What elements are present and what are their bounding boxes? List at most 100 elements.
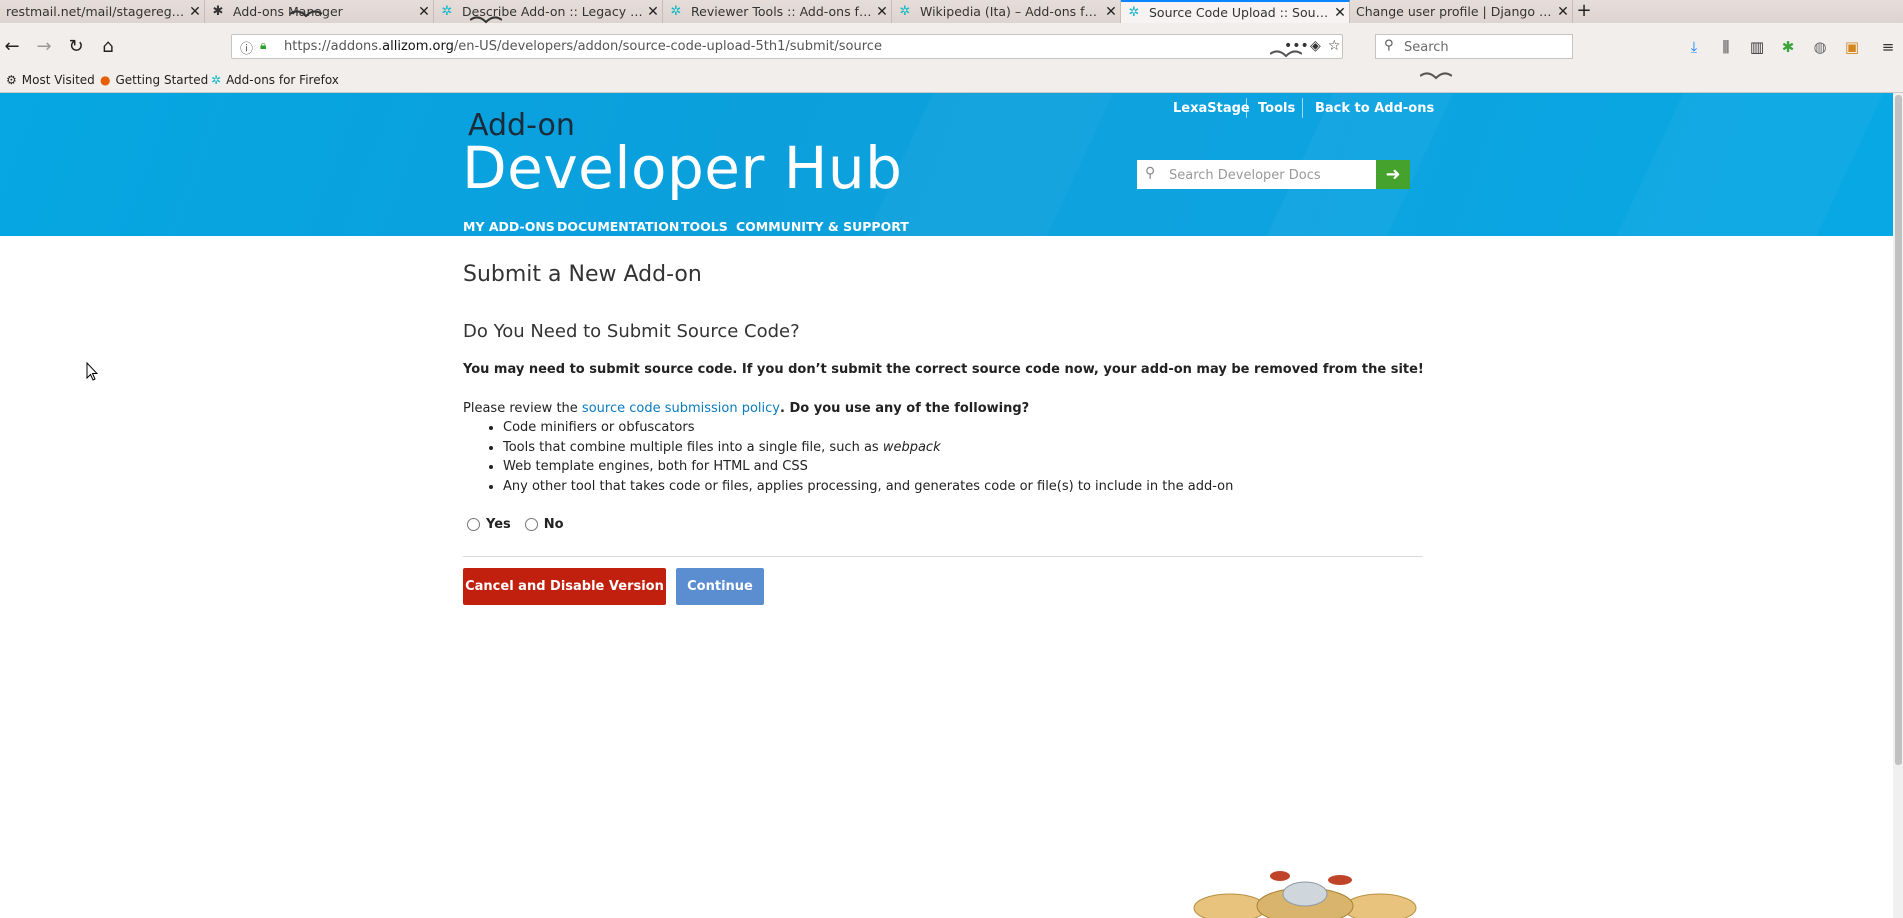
url-domain: allizom.org: [382, 39, 454, 54]
policy-link[interactable]: source code submission policy: [582, 401, 780, 416]
bookmark-most-visited[interactable]: ⚙ Most Visited: [6, 73, 95, 87]
tab-title: Add-ons Manager: [233, 4, 343, 19]
sidebar-icon[interactable]: ▥: [1747, 38, 1767, 56]
amo-icon: ✲: [670, 3, 682, 19]
list-item: Code minifiers or obfuscators: [503, 418, 1233, 438]
close-icon[interactable]: ✕: [873, 4, 891, 20]
close-icon[interactable]: ✕: [415, 4, 433, 20]
nav-my-addons[interactable]: MY ADD-ONS: [463, 219, 555, 234]
tab-title: Change user profile | Django site ad...: [1356, 4, 1554, 19]
tab-title: Source Code Upload :: Source ...: [1149, 5, 1331, 20]
close-icon[interactable]: ✕: [1331, 5, 1349, 21]
tools-list: Code minifiers or obfuscators Tools that…: [483, 418, 1233, 496]
extension-puzzle-icon[interactable]: ✱: [1778, 38, 1798, 56]
nav-community-support[interactable]: COMMUNITY & SUPPORT: [736, 219, 909, 234]
source-code-warning: You may need to submit source code. If y…: [463, 362, 1424, 377]
bookmark-label: Most Visited: [21, 73, 95, 87]
link-user-lexastage[interactable]: LexaStage: [1173, 101, 1250, 116]
nav-tools[interactable]: TOOLS: [681, 219, 728, 234]
link-back-to-addons[interactable]: Back to Add-ons: [1315, 101, 1434, 116]
hero-stripe: [866, 93, 1114, 236]
hero-stripe: [1616, 93, 1884, 236]
url-text[interactable]: https://addons.allizom.org/en-US/develop…: [284, 39, 882, 54]
search-placeholder: Search: [1404, 40, 1449, 55]
new-tab-button[interactable]: +: [1573, 0, 1595, 23]
tab-wikipedia[interactable]: ✲ Wikipedia (Ita) – Add-ons for Fi... ✕: [892, 0, 1121, 23]
list-item: Web template engines, both for HTML and …: [503, 457, 1233, 477]
continue-button[interactable]: Continue: [676, 568, 764, 605]
bookmark-addons-for-firefox[interactable]: ✲ Add-ons for Firefox: [211, 73, 339, 87]
forward-button[interactable]: →: [32, 35, 56, 59]
ufo-illustration: [1193, 871, 1417, 918]
docs-search-input[interactable]: [1167, 164, 1371, 186]
section-title: Do You Need to Submit Source Code?: [463, 321, 800, 342]
back-button[interactable]: ←: [0, 35, 24, 59]
url-bar[interactable]: ⓘ 🔒︎ https://addons.allizom.org/en-US/de…: [231, 34, 1343, 59]
reload-button[interactable]: ↻: [64, 35, 88, 59]
extension-seo-icon[interactable]: ▣: [1842, 38, 1862, 56]
home-button[interactable]: ⌂: [96, 35, 120, 59]
docs-search-submit-button[interactable]: ➜: [1376, 160, 1410, 189]
tab-django-admin[interactable]: Change user profile | Django site ad... …: [1350, 0, 1573, 23]
hero-banner: [0, 93, 1893, 236]
lock-icon[interactable]: 🔒︎: [260, 38, 266, 53]
bookmark-label: Getting Started: [115, 73, 209, 87]
tab-source-code-upload[interactable]: ✲ Source Code Upload :: Source ... ✕: [1121, 0, 1350, 23]
radio-yes[interactable]: [467, 518, 480, 531]
tab-reviewer-tools[interactable]: ✲ Reviewer Tools :: Add-ons for F... ✕: [663, 0, 892, 23]
close-icon[interactable]: ✕: [1102, 4, 1120, 20]
puzzle-icon: ✱: [212, 3, 224, 19]
amo-icon: ✲: [1128, 4, 1140, 20]
review-policy-text: Please review the source code submission…: [463, 401, 1029, 416]
download-icon[interactable]: ⤓: [1684, 38, 1704, 56]
divider: [1302, 98, 1303, 118]
link-tools[interactable]: Tools: [1258, 101, 1295, 116]
menu-icon[interactable]: ≡: [1878, 38, 1898, 56]
mouse-cursor-icon: [86, 362, 98, 381]
pocket-icon[interactable]: ◈: [1310, 38, 1321, 54]
close-icon[interactable]: ✕: [1554, 4, 1572, 20]
divider: [463, 556, 1423, 557]
url-path: /en-US/developers/addon/source-code-uplo…: [453, 39, 882, 54]
amo-icon: ✲: [899, 3, 911, 19]
nav-documentation[interactable]: DOCUMENTATION: [557, 219, 679, 234]
list-item: Tools that combine multiple files into a…: [503, 438, 1233, 458]
gear-icon: ⚙: [6, 73, 17, 87]
docs-search-field[interactable]: ⚲: [1137, 160, 1376, 189]
tab-title: restmail.net/mail/stageregister@re...: [6, 4, 186, 19]
close-icon[interactable]: ✕: [186, 4, 204, 20]
library-icon[interactable]: ⫼: [1716, 38, 1736, 56]
bookmark-star-icon[interactable]: ☆: [1328, 38, 1341, 54]
tab-title: Wikipedia (Ita) – Add-ons for Fi...: [920, 4, 1102, 19]
radio-no-label[interactable]: No: [544, 517, 564, 532]
search-icon: ⚲: [1145, 165, 1156, 181]
bookmarks-toolbar: ⚙ Most Visited ● Getting Started ✲ Add-ons …: [0, 70, 1903, 93]
list-item-text: Tools that combine multiple files into a…: [503, 439, 883, 455]
search-icon: ⚲: [1384, 38, 1394, 53]
theme-bird-icon: [290, 10, 322, 18]
tab-title: Reviewer Tools :: Add-ons for F...: [691, 4, 873, 19]
extension-globe-icon[interactable]: ◍: [1810, 38, 1830, 56]
tab-restmail[interactable]: restmail.net/mail/stageregister@re... ✕: [0, 0, 205, 23]
info-icon[interactable]: ⓘ: [240, 38, 253, 57]
list-item-emphasis: webpack: [882, 439, 941, 455]
list-item: Any other tool that takes code or files,…: [503, 477, 1233, 497]
firefox-icon: ●: [100, 73, 111, 87]
page-title: Submit a New Add-on: [463, 262, 702, 287]
close-icon[interactable]: ✕: [644, 4, 662, 20]
scrollbar-thumb[interactable]: [1895, 95, 1902, 765]
tab-strip: restmail.net/mail/stageregister@re... ✕ …: [0, 0, 1903, 23]
divider: [1246, 98, 1247, 118]
theme-bird-icon: [1270, 50, 1302, 58]
bookmark-getting-started[interactable]: ● Getting Started: [100, 73, 208, 87]
review-prefix: Please review the: [463, 401, 582, 416]
radio-no[interactable]: [524, 518, 538, 531]
bookmark-label: Add-ons for Firefox: [226, 73, 339, 87]
review-question: . Do you use any of the following?: [780, 401, 1030, 416]
amo-icon: ✲: [211, 73, 222, 87]
tab-describe-addon[interactable]: ✲ Describe Add-on :: Legacy swit... ✕: [434, 0, 663, 23]
browser-search-input[interactable]: ⚲ Search: [1375, 34, 1573, 59]
hero-title-big[interactable]: Developer Hub: [462, 134, 902, 202]
cancel-disable-version-button[interactable]: Cancel and Disable Version: [463, 568, 666, 605]
radio-yes-label[interactable]: Yes: [486, 517, 511, 532]
